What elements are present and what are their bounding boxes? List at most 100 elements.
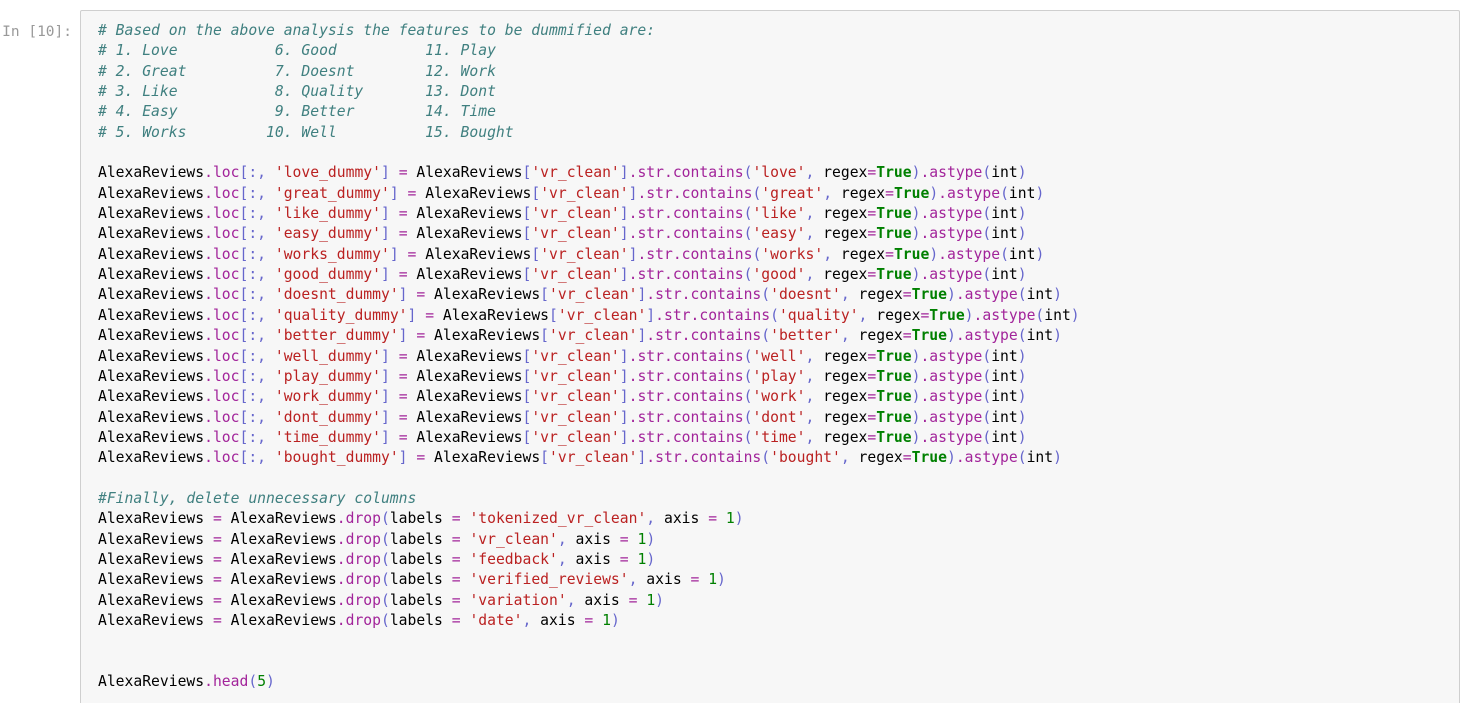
paren: ) xyxy=(946,327,956,345)
search-pattern: 'quality' xyxy=(778,306,859,324)
drop-method: .drop xyxy=(336,510,381,528)
paren: ( xyxy=(982,428,992,446)
paren: ) xyxy=(1053,327,1062,345)
paren: ( xyxy=(982,205,992,223)
regex-kwarg: regex xyxy=(814,408,868,426)
loc-accessor: .loc xyxy=(204,245,240,263)
assign-operator: = xyxy=(212,530,222,548)
astype-method: .astype xyxy=(920,164,983,182)
paren: ) xyxy=(1017,164,1027,182)
loc-accessor: .loc xyxy=(204,205,240,223)
paren: ) xyxy=(1053,286,1062,304)
paren: ( xyxy=(761,327,771,345)
assign-operator: = xyxy=(867,164,877,182)
loc-accessor: .loc xyxy=(204,266,240,284)
paren: ) xyxy=(1053,449,1062,467)
dummy-assign-line: AlexaReviews.loc[:, 'great_dummy'] = Ale… xyxy=(98,184,1451,204)
search-pattern: 'easy' xyxy=(752,225,806,243)
dummy-assign-line: AlexaReviews.loc[:, 'quality_dummy'] = A… xyxy=(98,306,1451,326)
drop-method: .drop xyxy=(336,591,381,609)
paren: ) xyxy=(1017,388,1027,406)
labels-kwarg: labels xyxy=(389,550,452,568)
search-pattern: 'works' xyxy=(761,245,824,263)
comment-list-line: # 5. Works 10. Well 15. Bought xyxy=(98,123,1451,143)
str-accessor: .str xyxy=(646,327,682,345)
axis-kwarg: axis xyxy=(655,510,709,528)
drop-line: AlexaReviews = AlexaReviews.drop(labels … xyxy=(98,509,1451,529)
paren: ) xyxy=(1017,408,1027,426)
labels-kwarg: labels xyxy=(389,530,452,548)
int-type: int xyxy=(991,388,1018,406)
regex-kwarg: regex xyxy=(814,164,868,182)
dummy-column-name: 'works_dummy' xyxy=(274,245,390,263)
paren: ( xyxy=(381,571,390,589)
str-accessor: .str xyxy=(628,388,664,406)
loc-accessor: .loc xyxy=(204,184,240,202)
search-pattern: 'love' xyxy=(752,164,806,182)
labels-kwarg: labels xyxy=(389,611,452,629)
source-code[interactable]: # Based on the above analysis the featur… xyxy=(81,21,1459,692)
df-name: AlexaReviews xyxy=(98,225,205,243)
df-name: AlexaReviews xyxy=(98,550,205,568)
paren: ( xyxy=(752,245,762,263)
int-type: int xyxy=(1026,449,1054,467)
df-name: AlexaReviews xyxy=(407,225,523,243)
regex-kwarg: regex xyxy=(814,266,868,284)
regex-value: True xyxy=(893,245,930,263)
paren: ( xyxy=(982,225,992,243)
assign-operator: = xyxy=(212,550,222,568)
regex-value: True xyxy=(876,367,912,385)
paren: ( xyxy=(381,530,390,548)
code-input-area[interactable]: # Based on the above analysis the featur… xyxy=(80,10,1460,703)
df-name: AlexaReviews xyxy=(98,266,205,284)
astype-method: .astype xyxy=(955,286,1018,304)
int-type: int xyxy=(991,428,1018,446)
source-column-name: 'vr_clean' xyxy=(531,205,620,223)
contains-method: .contains xyxy=(672,184,753,202)
assign-operator: = xyxy=(416,327,426,345)
bracket: ] xyxy=(619,367,629,385)
paren: ) xyxy=(655,591,664,609)
df-name: AlexaReviews xyxy=(98,347,205,365)
slice-all: :, xyxy=(248,306,267,324)
assign-operator: = xyxy=(619,530,629,548)
paren: ) xyxy=(1017,266,1027,284)
paren: ( xyxy=(982,408,992,426)
source-column-name: 'vr_clean' xyxy=(531,225,620,243)
bracket: [ xyxy=(531,245,541,263)
regex-value: True xyxy=(911,327,947,345)
assign-operator: = xyxy=(920,306,930,324)
paren: ) xyxy=(266,673,275,690)
paren: ) xyxy=(1035,245,1045,263)
regex-value: True xyxy=(876,347,912,365)
assign-operator: = xyxy=(867,347,877,365)
comma: , xyxy=(823,245,833,263)
contains-method: .contains xyxy=(664,205,744,223)
code-cell[interactable]: In [10]: # Based on the above analysis t… xyxy=(0,0,1460,703)
astype-method: .astype xyxy=(938,184,1001,202)
astype-method: .astype xyxy=(920,225,983,243)
df-name: AlexaReviews xyxy=(98,184,205,202)
df-name: AlexaReviews xyxy=(407,388,523,406)
df-name: AlexaReviews xyxy=(221,510,337,528)
contains-method: .contains xyxy=(664,428,744,446)
dummy-assign-line: AlexaReviews.loc[:, 'easy_dummy'] = Alex… xyxy=(98,224,1451,244)
comma: , xyxy=(840,286,850,304)
drop-label: 'tokenized_vr_clean' xyxy=(469,510,647,528)
df-name: AlexaReviews xyxy=(98,388,205,406)
paren: ( xyxy=(982,367,992,385)
str-accessor: .str xyxy=(628,367,664,385)
assign-operator: = xyxy=(398,367,408,385)
assign-operator: = xyxy=(398,225,408,243)
loc-accessor: .loc xyxy=(204,347,240,365)
bracket: ] xyxy=(381,205,390,223)
